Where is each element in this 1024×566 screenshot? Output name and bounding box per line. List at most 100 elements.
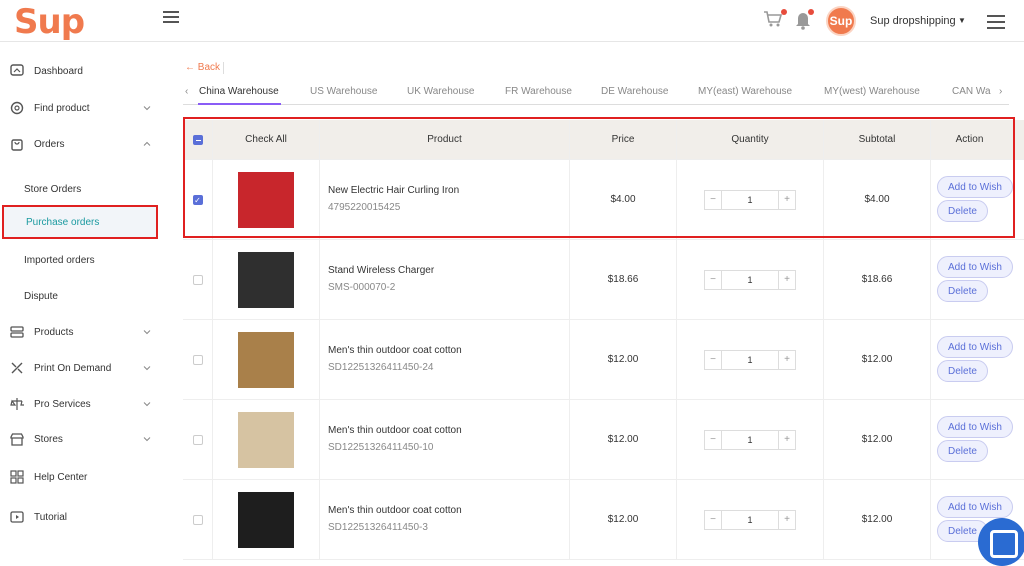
chat-icon[interactable]: [978, 518, 1024, 566]
row-checkbox[interactable]: [192, 434, 203, 445]
quantity-input[interactable]: 1: [721, 510, 779, 529]
product-subtotal: $12.00: [824, 480, 931, 559]
back-link[interactable]: ← Back: [185, 62, 220, 73]
product-name[interactable]: Men's thin outdoor coat cotton: [328, 505, 462, 516]
sidebar-item-purchase-orders[interactable]: Purchase orders: [2, 205, 158, 239]
header-subtotal: Subtotal: [824, 120, 931, 159]
delete-button[interactable]: Delete: [937, 200, 988, 222]
video-icon: [10, 511, 24, 523]
delete-button[interactable]: Delete: [937, 280, 988, 302]
sidebar-item-dashboard[interactable]: Dashboard: [0, 56, 165, 86]
sidebar-item-store-orders[interactable]: Store Orders: [0, 174, 165, 204]
product-thumbnail[interactable]: [238, 331, 294, 388]
sidebar-item-tutorial[interactable]: Tutorial: [0, 502, 165, 532]
main-content: ← Back ‹ China Warehouse US Warehouse UK…: [183, 43, 1024, 561]
table-row: Men's thin outdoor coat cotton SD12251326…: [183, 400, 1024, 480]
tab-de-warehouse[interactable]: DE Warehouse: [601, 86, 668, 97]
sidebar-item-stores[interactable]: Stores: [0, 424, 165, 454]
product-thumbnail[interactable]: [238, 411, 294, 468]
quantity-input[interactable]: 1: [721, 350, 779, 369]
product-subtotal: $4.00: [824, 160, 931, 239]
add-to-wish-button[interactable]: Add to Wish: [937, 176, 1013, 198]
table-row: New Electric Hair Curling Iron 4795220015…: [183, 160, 1024, 240]
table-row: Men's thin outdoor coat cotton SD12251326…: [183, 480, 1024, 560]
header-quantity: Quantity: [677, 120, 824, 159]
tab-can-warehouse[interactable]: CAN Wa: [952, 86, 991, 97]
hamburger-icon[interactable]: [987, 15, 1005, 33]
sidebar-item-help-center[interactable]: Help Center: [0, 462, 165, 492]
collapse-icon[interactable]: [163, 11, 179, 25]
avatar[interactable]: Sup: [826, 6, 856, 36]
user-name[interactable]: Sup dropshipping: [870, 15, 956, 27]
add-to-wish-button[interactable]: Add to Wish: [937, 336, 1013, 358]
minus-icon[interactable]: −: [705, 271, 721, 289]
row-checkbox[interactable]: [192, 194, 203, 205]
cart-icon[interactable]: [763, 10, 783, 28]
product-name[interactable]: Stand Wireless Charger: [328, 265, 434, 276]
chevron-left-icon[interactable]: ‹: [185, 86, 188, 97]
product-subtotal: $12.00: [824, 400, 931, 479]
plus-icon[interactable]: +: [779, 431, 795, 449]
minus-icon[interactable]: −: [705, 191, 721, 209]
logo[interactable]: Sup: [14, 2, 85, 42]
quantity-input[interactable]: 1: [721, 270, 779, 289]
product-thumbnail[interactable]: [238, 171, 294, 228]
tab-uk-warehouse[interactable]: UK Warehouse: [407, 86, 474, 97]
product-thumbnail[interactable]: [238, 491, 294, 548]
delete-button[interactable]: Delete: [937, 440, 988, 462]
sidebar-item-label: Dispute: [24, 290, 58, 302]
chevron-right-icon[interactable]: ›: [999, 86, 1002, 97]
check-all-checkbox[interactable]: [192, 134, 203, 145]
product-price: $4.00: [570, 160, 677, 239]
sidebar-item-products[interactable]: Products: [0, 317, 165, 347]
product-price: $18.66: [570, 240, 677, 319]
row-checkbox[interactable]: [192, 514, 203, 525]
tab-us-warehouse[interactable]: US Warehouse: [310, 86, 377, 97]
quantity-stepper[interactable]: −1 +: [704, 349, 796, 370]
tab-fr-warehouse[interactable]: FR Warehouse: [505, 86, 572, 97]
plus-icon[interactable]: +: [779, 351, 795, 369]
sidebar-item-imported-orders[interactable]: Imported orders: [0, 245, 165, 275]
minus-icon[interactable]: −: [705, 351, 721, 369]
grid-icon: [10, 470, 24, 484]
add-to-wish-button[interactable]: Add to Wish: [937, 416, 1013, 438]
sidebar-item-orders[interactable]: Orders: [0, 129, 165, 159]
quantity-stepper[interactable]: −1 +: [704, 269, 796, 290]
sidebar-item-label: Products: [34, 326, 74, 338]
product-name[interactable]: Men's thin outdoor coat cotton: [328, 425, 462, 436]
plus-icon[interactable]: +: [779, 271, 795, 289]
row-checkbox[interactable]: [192, 274, 203, 285]
caret-down-icon[interactable]: ▼: [958, 16, 966, 25]
add-to-wish-button[interactable]: Add to Wish: [937, 496, 1013, 518]
tab-china-warehouse[interactable]: China Warehouse: [199, 86, 279, 97]
quantity-input[interactable]: 1: [721, 430, 779, 449]
quantity-stepper[interactable]: −1 +: [704, 429, 796, 450]
chevron-down-icon: [143, 106, 151, 111]
minus-icon[interactable]: −: [705, 431, 721, 449]
minus-icon[interactable]: −: [705, 511, 721, 529]
sidebar-item-dispute[interactable]: Dispute: [0, 281, 165, 311]
tab-my-east-warehouse[interactable]: MY(east) Warehouse: [698, 86, 792, 97]
quantity-input[interactable]: 1: [721, 190, 779, 209]
add-to-wish-button[interactable]: Add to Wish: [937, 256, 1013, 278]
top-header: Sup Sup Sup dropshipping ▼: [0, 0, 1024, 42]
sidebar-item-label: Find product: [34, 102, 90, 114]
product-thumbnail[interactable]: [238, 251, 294, 308]
row-checkbox[interactable]: [192, 354, 203, 365]
product-name[interactable]: New Electric Hair Curling Iron: [328, 185, 459, 196]
sidebar-item-find-product[interactable]: Find product: [0, 93, 165, 123]
sidebar-item-label: Dashboard: [34, 65, 83, 77]
store-icon: [10, 433, 24, 446]
plus-icon[interactable]: +: [779, 511, 795, 529]
sidebar-item-print-on-demand[interactable]: Print On Demand: [0, 353, 165, 383]
tab-my-west-warehouse[interactable]: MY(west) Warehouse: [824, 86, 920, 97]
plus-icon[interactable]: +: [779, 191, 795, 209]
chevron-down-icon: [143, 366, 151, 371]
sidebar-item-pro-services[interactable]: Pro Services: [0, 389, 165, 419]
quantity-stepper[interactable]: −1 +: [704, 189, 796, 210]
warehouse-tabs: ‹ China Warehouse US Warehouse UK Wareho…: [183, 83, 1009, 105]
quantity-stepper[interactable]: −1 +: [704, 509, 796, 530]
product-sku: SD12251326411450-10: [328, 442, 434, 453]
delete-button[interactable]: Delete: [937, 360, 988, 382]
product-name[interactable]: Men's thin outdoor coat cotton: [328, 345, 462, 356]
